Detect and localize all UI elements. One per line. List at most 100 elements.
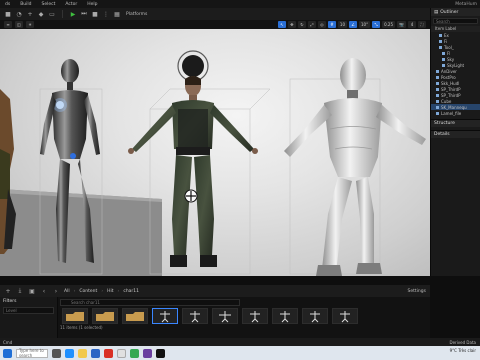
scale-snap-toggle[interactable]: ⤡ — [372, 21, 381, 28]
windows-start-icon[interactable] — [3, 348, 12, 358]
translate-button[interactable]: ✥ — [287, 21, 296, 28]
scale-button[interactable]: ⤢ — [307, 21, 316, 28]
menu-item[interactable]: Help — [82, 2, 102, 7]
platforms-icon[interactable]: ▦ — [113, 10, 121, 18]
actor-icon — [436, 75, 439, 79]
outliner-row-label: SP_ThirdP — [441, 86, 461, 92]
details-tab[interactable]: Details — [431, 130, 480, 138]
breadcrumb-content[interactable]: Content — [79, 289, 97, 294]
store-icon[interactable] — [91, 348, 100, 358]
breadcrumb-char11[interactable]: char11 — [123, 289, 139, 294]
angle-snap-value[interactable]: 10° — [359, 21, 371, 28]
outliner-row-label: Fl — [447, 50, 451, 56]
cinematics-icon[interactable]: ▭ — [48, 10, 56, 18]
camera-speed-value[interactable]: 4 — [408, 21, 416, 28]
menu-item[interactable]: Select — [37, 2, 61, 7]
app-icon[interactable] — [143, 348, 152, 358]
maximize-viewport-button[interactable]: ⛶ — [418, 21, 426, 28]
structure-tab[interactable]: Structure — [431, 119, 480, 127]
content-browser-path-bar: + ⤓ ▣ ‹ › All › Content › Hit › char11 S… — [0, 285, 430, 297]
add-content-icon[interactable]: + — [4, 287, 12, 295]
options-icon[interactable]: ⋮ — [102, 10, 110, 18]
outliner-row-label: Skk_Hudl — [441, 80, 460, 86]
animation-asset-tile[interactable] — [272, 308, 298, 324]
weather-temp: 9°C — [449, 348, 457, 353]
transform-gizmo-icon[interactable] — [184, 189, 198, 203]
menu-item[interactable]: Build — [15, 2, 36, 7]
back-icon[interactable]: ‹ — [40, 287, 48, 295]
cmd-input[interactable]: Cmd — [3, 340, 12, 345]
outliner-row-label: PostPro — [441, 74, 456, 80]
lit-button[interactable]: ☀ — [26, 21, 34, 28]
level-viewport[interactable] — [0, 29, 430, 276]
filters-search-input[interactable]: Level — [3, 307, 54, 314]
taskbar-search-input[interactable]: Type here to search — [16, 348, 48, 358]
save-icon[interactable]: ■ — [4, 10, 12, 18]
project-name: MetaHum — [455, 1, 477, 7]
folder-tile[interactable] — [92, 308, 118, 324]
angle-snap-toggle[interactable]: ∠ — [349, 21, 358, 28]
grid-snap-value[interactable]: 10 — [337, 21, 348, 28]
mode-select-icon[interactable]: ◔ — [15, 10, 23, 18]
animation-asset-tile[interactable] — [302, 308, 328, 324]
toolbar-divider — [62, 10, 63, 18]
scale-snap-value[interactable]: 0.25 — [382, 21, 396, 28]
unreal-icon[interactable] — [156, 348, 165, 358]
play-icon[interactable]: ▶ — [69, 10, 77, 18]
animation-asset-tile[interactable] — [182, 308, 208, 324]
main-toolbar: ■ ◔ + ◆ ▭ ▶ ⏭ ■ ⋮ ▦ Platforms — [0, 8, 430, 20]
app-icon[interactable] — [117, 348, 126, 358]
outliner-tab[interactable]: ▤ Outliner — [431, 8, 480, 16]
menu-bar: ds Build Select Actor Help MetaHum — [0, 0, 480, 8]
asset-search-input[interactable]: Search char11 — [60, 299, 240, 306]
derived-data-button[interactable]: Derived Data — [450, 340, 477, 345]
file-explorer-icon[interactable] — [78, 348, 87, 358]
skip-icon[interactable]: ⏭ — [80, 10, 88, 18]
perspective-button[interactable]: ◫ — [15, 21, 23, 28]
outliner-row-label: Lamel_file — [441, 110, 462, 116]
actor-icon — [436, 99, 439, 103]
import-icon[interactable]: ⤓ — [16, 287, 24, 295]
partial-character-left[interactable] — [0, 89, 16, 254]
folder-tile[interactable] — [62, 308, 88, 324]
outliner-search-input[interactable]: Search — [433, 18, 478, 24]
system-tray[interactable]: 9°C Très clair — [450, 348, 476, 353]
menu-item[interactable]: Actor — [60, 2, 82, 7]
breadcrumb-hit[interactable]: Hit — [107, 289, 113, 294]
folder-tile[interactable] — [122, 308, 148, 324]
status-bar: Cmd Derived Data — [0, 338, 480, 346]
task-view-icon[interactable] — [52, 348, 61, 358]
breadcrumb-all[interactable]: All — [64, 289, 70, 294]
add-actor-icon[interactable]: + — [26, 10, 34, 18]
platforms-button[interactable]: Platforms — [126, 12, 147, 17]
rotate-button[interactable]: ↻ — [297, 21, 306, 28]
edge-icon[interactable] — [65, 348, 74, 358]
actor-icon — [436, 87, 439, 91]
outliner-row-label: SP_ThirdP — [441, 92, 461, 98]
outliner-row[interactable]: Lamel_file — [431, 110, 480, 116]
actor-icon — [436, 111, 439, 115]
select-mode-button[interactable]: ↖ — [277, 21, 286, 28]
actor-icon — [439, 33, 442, 37]
actor-icon — [442, 63, 445, 67]
stop-icon[interactable]: ■ — [91, 10, 99, 18]
animation-asset-tile[interactable] — [152, 308, 178, 324]
outliner-row-label: Ex — [444, 32, 449, 38]
blueprint-icon[interactable]: ◆ — [37, 10, 45, 18]
grid-snap-toggle[interactable]: # — [327, 21, 336, 28]
outliner-row-label: Sky — [447, 56, 455, 62]
camera-speed-button[interactable]: 📷 — [397, 21, 406, 28]
save-all-icon[interactable]: ▣ — [28, 287, 36, 295]
animation-asset-tile[interactable] — [332, 308, 358, 324]
mannequin-character[interactable] — [284, 58, 426, 276]
animation-asset-tile[interactable] — [212, 308, 238, 324]
world-local-button[interactable]: ◎ — [317, 21, 326, 28]
animation-asset-tile[interactable] — [242, 308, 268, 324]
chrome-icon[interactable] — [130, 348, 139, 358]
outliner-panel: ▤ Outliner Search Item Label Ex Fi Tool_ Fl… — [430, 8, 480, 276]
app-icon[interactable] — [104, 348, 113, 358]
content-settings-button[interactable]: Settings — [408, 289, 426, 294]
forward-icon[interactable]: › — [52, 287, 60, 295]
menu-item[interactable]: ds — [0, 2, 15, 7]
viewport-menu-button[interactable]: ≡ — [4, 21, 12, 28]
